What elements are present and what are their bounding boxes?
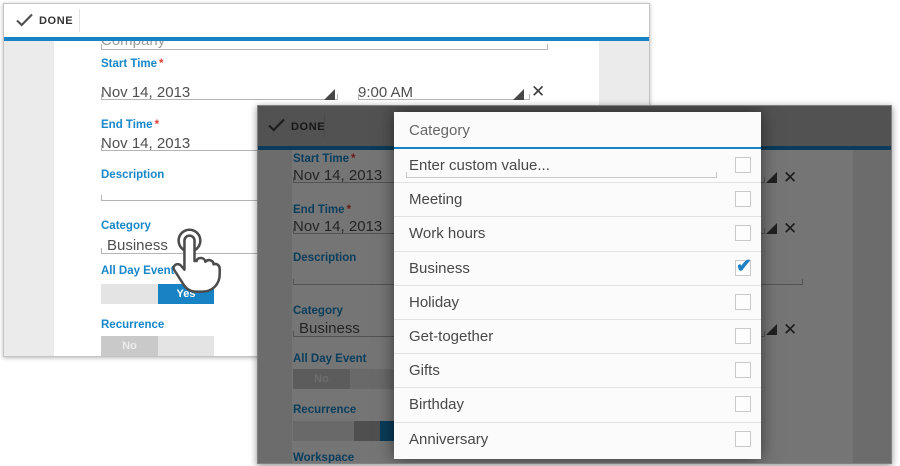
dialog-header: Category — [394, 112, 761, 149]
custom-value-row: Enter custom value... ✔ — [394, 149, 761, 183]
start-time-label: Start Time* — [101, 58, 164, 70]
custom-value-checkbox[interactable]: ✔ — [735, 157, 751, 173]
category-option-meeting[interactable]: Meeting ✔ — [394, 183, 761, 217]
category-option-anniversary[interactable]: Anniversary ✔ — [394, 423, 761, 457]
recurrence-toggle-track[interactable] — [158, 336, 214, 356]
done-check-icon — [16, 13, 33, 32]
recurrence-label: Recurrence — [101, 319, 164, 331]
description-label: Description — [101, 169, 164, 181]
all-day-event-label: All Day Event — [101, 265, 175, 277]
checkbox[interactable]: ✔ — [735, 431, 751, 447]
category-label: Category — [101, 220, 151, 232]
checkbox[interactable]: ✔ — [735, 294, 751, 310]
start-time-picker-triangle-icon[interactable] — [513, 89, 524, 100]
toolbar-divider — [79, 9, 80, 32]
category-option-business[interactable]: Business ✔ — [394, 252, 761, 286]
recurrence-toggle-off[interactable]: No — [101, 336, 158, 356]
start-time-underline — [358, 94, 530, 100]
company-underline — [101, 44, 548, 50]
left-toolbar: DONE — [4, 4, 649, 37]
category-option-birthday[interactable]: Birthday ✔ — [394, 388, 761, 422]
start-time-clear-icon[interactable]: ✕ — [531, 83, 545, 100]
tap-hand-icon — [167, 227, 229, 298]
checkbox[interactable]: ✔ — [735, 328, 751, 344]
recurrence-toggle[interactable]: No — [101, 336, 214, 356]
start-date-underline — [101, 94, 338, 100]
checkbox[interactable]: ✔ — [735, 362, 751, 378]
checkbox[interactable]: ✔ — [735, 260, 751, 276]
checkbox[interactable]: ✔ — [735, 225, 751, 241]
category-option-get-together[interactable]: Get-together ✔ — [394, 320, 761, 354]
start-date-picker-triangle-icon[interactable] — [324, 89, 335, 100]
checkbox[interactable]: ✔ — [735, 191, 751, 207]
custom-value-underline — [406, 172, 717, 178]
all-day-toggle-track[interactable] — [101, 284, 158, 304]
category-option-work-hours[interactable]: Work hours ✔ — [394, 217, 761, 251]
end-time-label: End Time* — [101, 119, 159, 131]
left-margin-strip — [4, 41, 54, 356]
category-picker-screen: DONE Start Time* Nov 14, 2013 ✕ End Time… — [257, 105, 892, 464]
dialog-title: Category — [409, 112, 470, 149]
done-button[interactable]: DONE — [39, 15, 73, 27]
category-option-gifts[interactable]: Gifts ✔ — [394, 354, 761, 388]
checkbox[interactable]: ✔ — [735, 396, 751, 412]
category-option-holiday[interactable]: Holiday ✔ — [394, 286, 761, 320]
category-dialog: Category Enter custom value... ✔ Meeting… — [394, 112, 761, 459]
